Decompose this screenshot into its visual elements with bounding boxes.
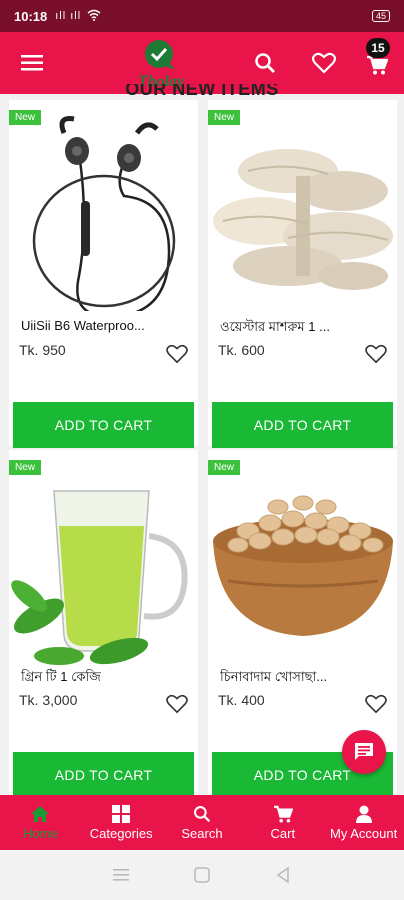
system-nav-bar: [0, 850, 404, 900]
cart-count-badge: 15: [366, 38, 390, 58]
new-badge: New: [208, 460, 241, 475]
search-icon: [194, 805, 211, 822]
product-name[interactable]: ওয়েস্টার মাশরুম 1 ...: [220, 318, 390, 339]
product-price: Tk. 950: [19, 342, 66, 358]
chat-fab-button[interactable]: [342, 730, 386, 774]
nav-cart-label: Cart: [270, 825, 296, 841]
add-to-cart-button[interactable]: ADD TO CART: [13, 402, 194, 448]
new-badge: New: [208, 110, 241, 125]
cart-icon: [273, 805, 293, 823]
signal-icon: ıll ıll: [55, 10, 82, 22]
product-price: Tk. 3,000: [19, 692, 78, 708]
favorite-heart-icon[interactable]: [365, 694, 387, 716]
product-name[interactable]: UiiSii B6 Waterproo...: [21, 318, 191, 333]
product-card[interactable]: New ওয়েস্টার মাশরুম 1 ... Tk. 600 ADD T…: [208, 100, 397, 448]
favorite-heart-icon[interactable]: [166, 694, 188, 716]
battery-icon: 45: [371, 10, 390, 22]
new-badge: New: [9, 460, 42, 475]
product-name[interactable]: চিনাবাদাম খোসাছা...: [220, 668, 390, 689]
add-to-cart-button[interactable]: ADD TO CART: [13, 752, 194, 795]
nav-search[interactable]: Search: [162, 795, 243, 850]
product-grid: New UiiSii B6 Waterproo... Tk. 950 ADD T…: [0, 100, 404, 795]
home-icon: [31, 805, 50, 822]
status-bar: 10:18 ıll ıll 45: [0, 0, 404, 32]
grid-icon: [112, 804, 131, 823]
new-badge: New: [9, 110, 42, 125]
product-image-peanuts[interactable]: [208, 456, 397, 666]
nav-categories-label: Categories: [89, 825, 153, 841]
favorite-heart-icon[interactable]: [365, 344, 387, 366]
product-card[interactable]: New UiiSii B6 Waterproo... Tk. 950 ADD T…: [9, 100, 198, 448]
nav-search-label: Search: [181, 825, 223, 841]
search-icon[interactable]: [253, 51, 277, 75]
nav-home[interactable]: Home: [0, 795, 81, 850]
product-image-mushroom[interactable]: [208, 106, 397, 316]
back-icon[interactable]: [274, 866, 292, 884]
nav-cart[interactable]: Cart: [242, 795, 323, 850]
product-image-earphones[interactable]: [9, 106, 198, 316]
recent-apps-icon[interactable]: [112, 868, 130, 882]
nav-home-label: Home: [23, 825, 58, 841]
wishlist-heart-icon[interactable]: [311, 51, 337, 75]
nav-my-account-label: My Account: [329, 825, 398, 841]
wifi-icon: [87, 9, 101, 24]
product-image-green-tea[interactable]: [9, 456, 198, 666]
product-price: Tk. 400: [218, 692, 265, 708]
product-card[interactable]: New গ্রিন টি 1 কেজি Tk. 3,000 ADD TO CAR…: [9, 450, 198, 795]
home-button-icon[interactable]: [193, 866, 211, 884]
nav-categories[interactable]: Categories: [81, 795, 162, 850]
product-price: Tk. 600: [218, 342, 265, 358]
section-title: OUR NEW ITEMS: [125, 84, 279, 98]
menu-icon[interactable]: [20, 51, 44, 75]
chat-icon: [355, 743, 373, 760]
bottom-nav: Home Categories Search Cart My Account: [0, 795, 404, 850]
add-to-cart-button[interactable]: ADD TO CART: [212, 402, 393, 448]
product-name[interactable]: গ্রিন টি 1 কেজি: [21, 668, 191, 689]
person-icon: [355, 805, 372, 823]
status-time: 10:18: [14, 8, 48, 24]
nav-my-account[interactable]: My Account: [323, 795, 404, 850]
favorite-heart-icon[interactable]: [166, 344, 188, 366]
